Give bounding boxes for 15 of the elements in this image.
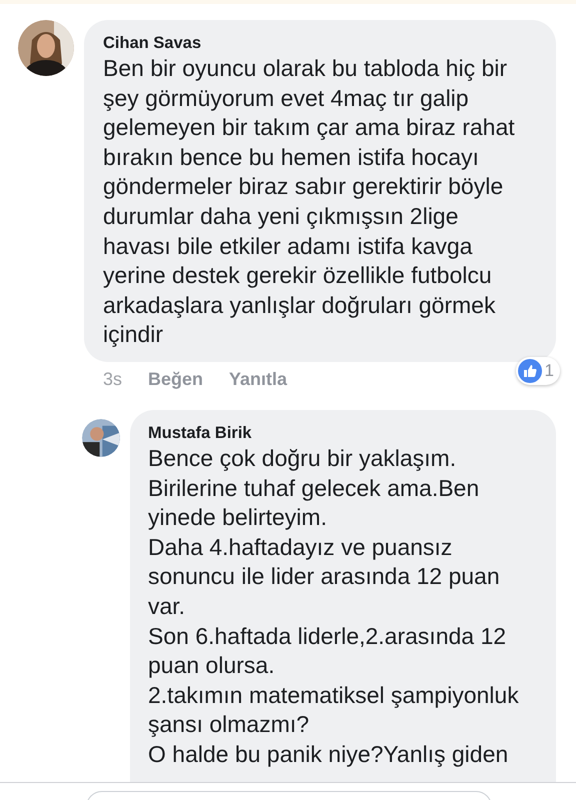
reaction-count: 1: [544, 360, 554, 381]
comment-text: Bence çok doğru bir yaklaşım.: [148, 444, 458, 473]
comment-text: 2.takımın matematiksel şampiyonluk şansı olmazmı?: [148, 680, 520, 740]
comment-text: Birilerine tuhaf gelecek ama.Ben yinede belirteyim.: [148, 474, 480, 532]
action-link[interactable]: Beğen: [148, 368, 204, 390]
author-name[interactable]: Mustafa Birik: [148, 422, 252, 444]
comment-text: Ben bir oyuncu olarak bu tabloda hiç bir şey görmüyorum evet 4maç tır galip gelemeyen bir takım çar ama biraz rahat bırakın bence bu hemen istifa hocayı göndermeler biraz sabır gerektirir böyle durumlar daha yeni çıkmışsın 2lige havası bile etkiler adamı istifa kavga yerine destek gerekir özellikle futbolcu arkadaşlara yanlışlar doğruları görmek içindir: [103, 54, 516, 350]
thumbs-up-icon: [518, 358, 542, 383]
comment-text: Daha 4.haftadayız ve puansız sonuncu ile lider arasında 12 puan var.: [148, 532, 501, 621]
action-link[interactable]: Yanıtla: [229, 368, 288, 390]
comment-text: Son 6.haftada liderle,2.arasında 12 puan olursa.: [148, 622, 508, 680]
reaction-badge[interactable]: 1: [516, 356, 560, 385]
comment-text: O halde bu panik niye?Yanlış giden: [148, 740, 510, 769]
author-name[interactable]: Cihan Savas: [103, 32, 202, 54]
timestamp: 3s: [103, 368, 122, 390]
